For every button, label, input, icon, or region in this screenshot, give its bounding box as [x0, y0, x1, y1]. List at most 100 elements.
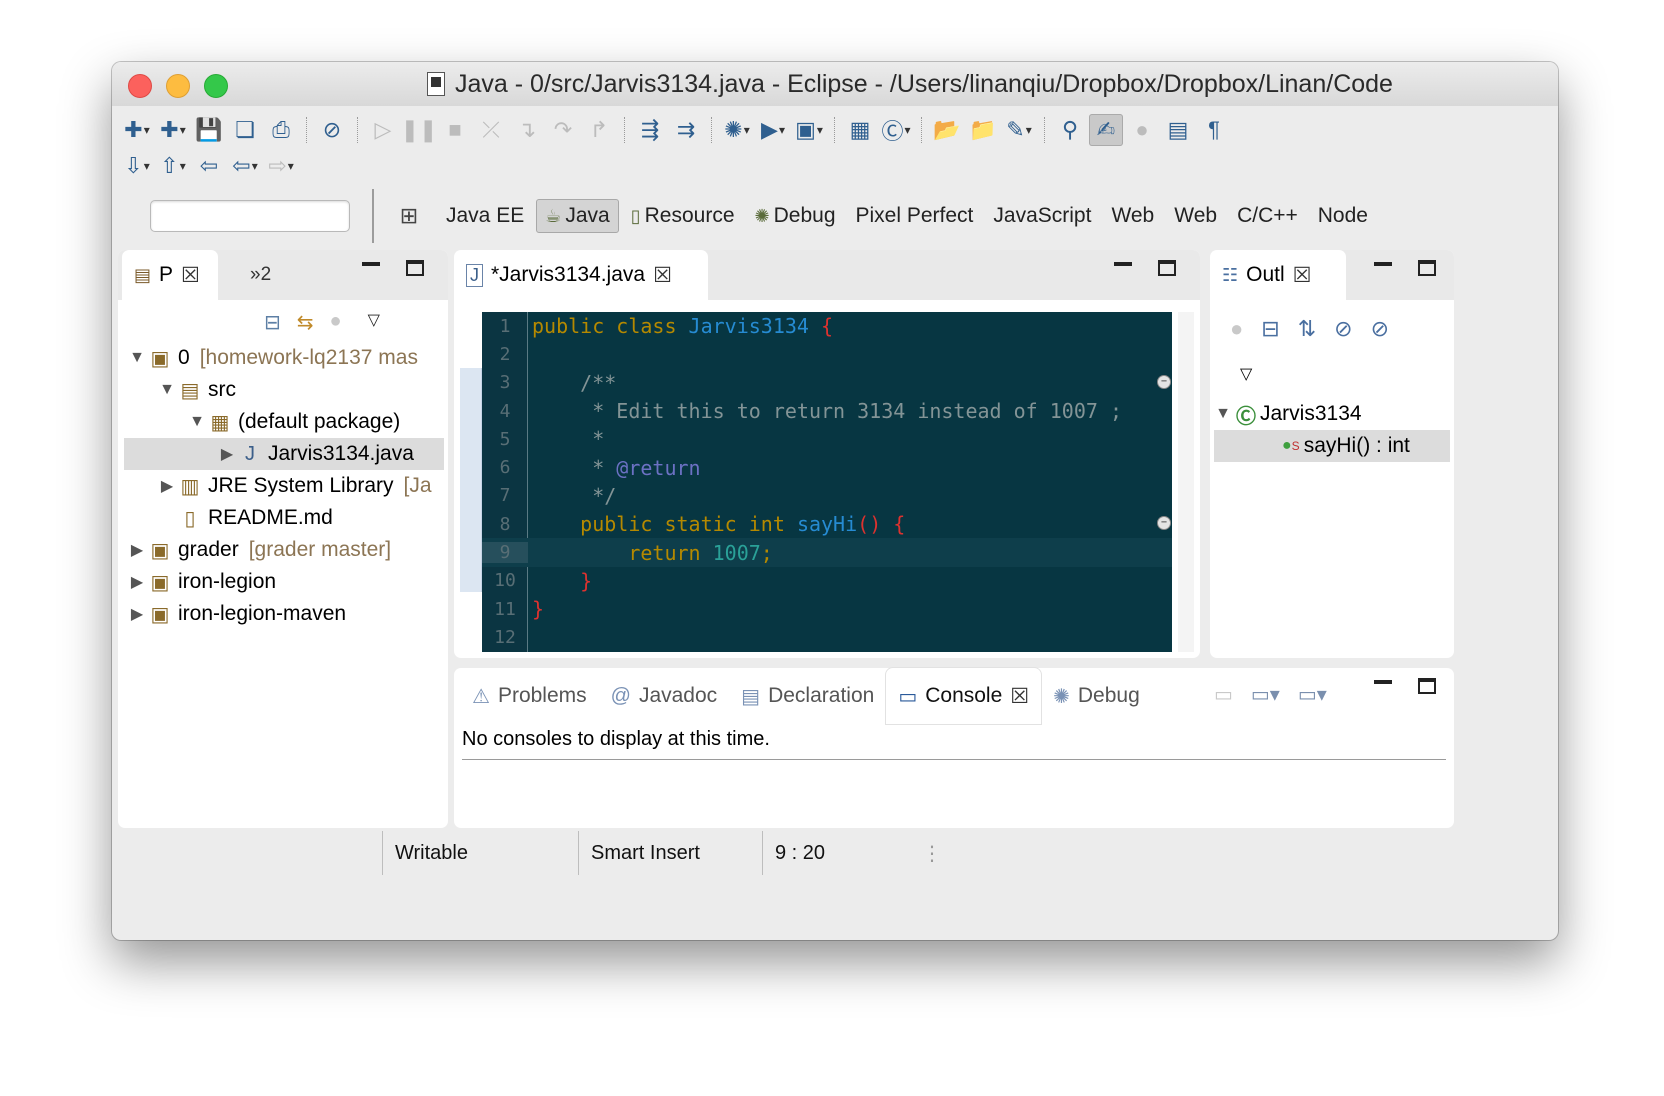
link-with-editor-icon[interactable]: ⇆	[297, 310, 314, 335]
fold-toggle-icon[interactable]: −	[1157, 516, 1171, 531]
drop-to-frame-icon[interactable]: ⇶	[633, 114, 667, 146]
tab-outline[interactable]: ☷ Outl ☒	[1210, 250, 1346, 300]
zoom-window-button[interactable]	[204, 74, 228, 98]
expand-toggle[interactable]: ▼	[188, 413, 206, 431]
display-console-icon[interactable]: ▭▾	[1251, 682, 1280, 707]
minimize-editor-button[interactable]	[1114, 262, 1132, 266]
collapse-all-icon[interactable]: ⊟	[264, 310, 281, 335]
tree-item[interactable]: ▶ ▣ grader [grader master]	[124, 534, 444, 566]
view-menu-icon[interactable]: ▽	[1240, 364, 1252, 384]
show-whitespace-icon[interactable]: ¶	[1197, 114, 1231, 146]
expand-toggle[interactable]: ▼	[158, 381, 176, 399]
maximize-editor-button[interactable]	[1158, 260, 1176, 276]
code-line[interactable]: 12	[482, 623, 1172, 651]
code-line[interactable]: 3 − /**	[482, 369, 1172, 397]
view-menu-icon[interactable]: ▽	[368, 310, 380, 335]
search-icon[interactable]: ✎	[1002, 114, 1036, 146]
perspective-pixel-perfect[interactable]: Pixel Perfect	[848, 200, 982, 232]
tree-item[interactable]: ▶ ▥ JRE System Library [Ja	[124, 470, 444, 502]
debug-icon[interactable]: ✺	[720, 114, 754, 146]
block-selection-icon[interactable]: ▤	[1161, 114, 1195, 146]
back-icon[interactable]: ⇦	[228, 150, 262, 182]
code-line[interactable]: 7 */	[482, 482, 1172, 510]
code-line[interactable]: 6 * @return	[482, 454, 1172, 482]
tree-item[interactable]: ▶ J Jarvis3134.java	[124, 438, 444, 470]
code-line[interactable]: 1 public class Jarvis3134 {	[482, 312, 1172, 340]
new-icon[interactable]: ✚	[120, 114, 154, 146]
open-console-icon[interactable]: ▭▾	[1298, 682, 1327, 707]
hide-fields-icon[interactable]: ⊘	[1334, 316, 1352, 342]
open-resource-icon[interactable]: 📁	[966, 114, 1000, 146]
outline-class-row[interactable]: ▼ Ⓒ Jarvis3134	[1214, 398, 1450, 430]
outline-method-row[interactable]: ● S sayHi() : int	[1214, 430, 1450, 462]
step-into-icon[interactable]: ↴	[510, 114, 544, 146]
maximize-outline-button[interactable]	[1418, 260, 1436, 276]
tab-editor-jarvis[interactable]: J *Jarvis3134.java ☒	[454, 250, 708, 300]
tab-package-explorer[interactable]: ▤ P ☒	[122, 250, 218, 300]
tree-item[interactable]: ▶ ▣ iron-legion	[124, 566, 444, 598]
tree-item[interactable]: ▼ ▣ 0 [homework-lq2137 mas	[124, 342, 444, 374]
code-editor[interactable]: 1 public class Jarvis3134 {2 3− /** 4 * Edi…	[482, 312, 1172, 652]
close-icon[interactable]: ☒	[653, 263, 672, 288]
minimize-outline-button[interactable]	[1374, 262, 1392, 266]
previous-annotation-icon[interactable]: ⇧	[156, 150, 190, 182]
code-line[interactable]: 10 }	[482, 567, 1172, 595]
open-perspective-icon[interactable]: ⊞	[394, 201, 424, 231]
focus-icon[interactable]: ●	[330, 310, 342, 335]
close-icon[interactable]: ☒	[181, 263, 200, 288]
perspective-bar-grip[interactable]	[372, 189, 376, 243]
last-edit-location-icon[interactable]: ⇦	[192, 150, 226, 182]
tab-declaration[interactable]: ▤ Declaration	[729, 668, 886, 724]
perspective-web[interactable]: Web	[1166, 200, 1225, 232]
hide-static-icon[interactable]: ⊘	[1371, 316, 1389, 342]
expand-toggle[interactable]: ▶	[128, 604, 146, 624]
open-type-icon[interactable]: 📂	[930, 114, 964, 146]
focus-icon[interactable]: ●	[1230, 316, 1243, 342]
resume-icon[interactable]: ▷	[366, 114, 400, 146]
perspective-web[interactable]: Web	[1103, 200, 1162, 232]
code-line[interactable]: 11}	[482, 595, 1172, 623]
view-overflow-button[interactable]: »2	[250, 264, 271, 286]
code-line[interactable]: 4 * Edit this to return 3134 instead of …	[482, 397, 1172, 425]
tab-javadoc[interactable]: @ Javadoc	[599, 668, 730, 724]
expand-toggle[interactable]: ▶	[128, 540, 146, 560]
code-line[interactable]: 9 return 1007;	[482, 538, 1172, 567]
sort-icon[interactable]: ⇅	[1298, 316, 1316, 342]
step-over-icon[interactable]: ↷	[546, 114, 580, 146]
expand-toggle[interactable]: ▼	[1214, 405, 1232, 423]
perspective-debug[interactable]: ✺ Debug	[747, 200, 844, 232]
skip-breakpoints-icon[interactable]: ⊘	[315, 114, 349, 146]
close-window-button[interactable]	[128, 74, 152, 98]
minimize-view-button[interactable]	[362, 262, 380, 266]
code-line[interactable]: 2	[482, 340, 1172, 368]
maximize-view-button[interactable]	[406, 260, 424, 276]
tree-item[interactable]: ▼ ▤ src	[124, 374, 444, 406]
new-class-icon[interactable]: Ⓒ	[879, 114, 913, 146]
expand-toggle[interactable]: ▶	[218, 444, 236, 464]
close-icon[interactable]: ☒	[1293, 263, 1312, 288]
tree-item[interactable]: ▯ README.md	[124, 502, 444, 534]
collapse-all-icon[interactable]: ⊟	[1261, 316, 1279, 342]
expand-toggle[interactable]: ▶	[128, 572, 146, 592]
toggle-breadcrumb-icon[interactable]: ●	[1125, 114, 1159, 146]
editor-vertical-scrollbar[interactable]	[1178, 312, 1194, 652]
pin-console-icon[interactable]: ▭	[1214, 682, 1233, 707]
minimize-console-button[interactable]	[1374, 680, 1392, 684]
tree-item[interactable]: ▶ ▣ iron-legion-maven	[124, 598, 444, 630]
next-annotation-icon[interactable]: ⇩	[120, 150, 154, 182]
toggle-mark-occurrences-icon[interactable]: ⚲	[1053, 114, 1087, 146]
fold-toggle-icon[interactable]: −	[1157, 374, 1171, 389]
tab-console[interactable]: ▭ Console ☒	[886, 668, 1042, 724]
expand-toggle[interactable]: ▼	[128, 349, 146, 367]
perspective-java[interactable]: ☕ Java	[536, 199, 619, 233]
status-grip[interactable]: ⋮	[922, 841, 942, 866]
external-tools-icon[interactable]: ▣	[792, 114, 826, 146]
highlight-icon[interactable]: ✍	[1089, 114, 1123, 146]
perspective-java-ee[interactable]: Java EE	[438, 200, 532, 232]
expand-toggle[interactable]: ▶	[158, 476, 176, 496]
perspective-c-c-[interactable]: C/C++	[1229, 200, 1306, 232]
tree-item[interactable]: ▼ ▦ (default package)	[124, 406, 444, 438]
new-java-icon[interactable]: ✚	[156, 114, 190, 146]
tab-problems[interactable]: ⚠ Problems	[460, 668, 599, 724]
use-step-filters-icon[interactable]: ⇉	[669, 114, 703, 146]
